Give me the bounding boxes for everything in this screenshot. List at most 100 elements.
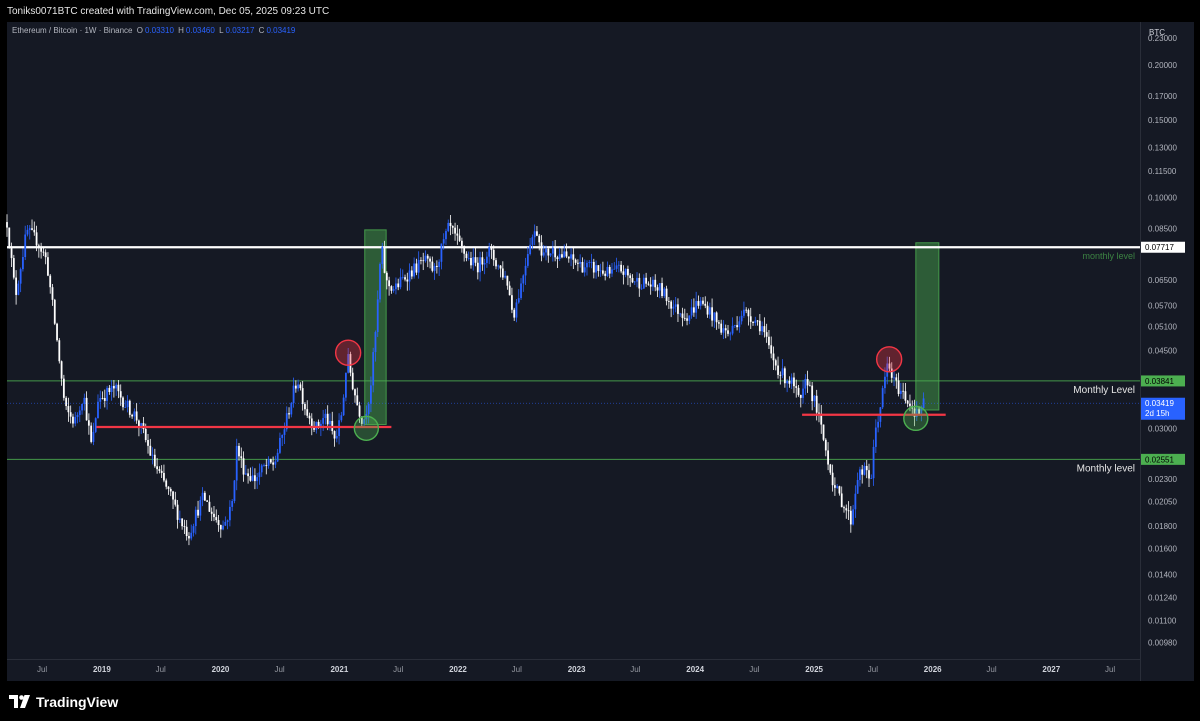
candle-body: [233, 480, 236, 501]
candle: [224, 516, 227, 526]
candle: [859, 466, 861, 487]
candle-body: [65, 397, 68, 407]
candle-body: [747, 310, 750, 317]
candle-body: [667, 301, 670, 302]
candle: [492, 245, 495, 266]
candle-body: [354, 389, 356, 396]
candle: [747, 308, 750, 326]
candle-body: [215, 517, 218, 521]
candle-body: [779, 374, 782, 376]
candle: [233, 480, 236, 504]
candle: [745, 307, 748, 314]
candle: [481, 251, 484, 271]
candle: [304, 402, 306, 416]
candle: [840, 486, 843, 508]
candle: [324, 409, 327, 425]
tradingview-logo[interactable]: TradingView: [9, 693, 118, 711]
candle: [124, 400, 127, 408]
candle-body: [251, 475, 254, 481]
candle-body: [520, 283, 522, 299]
candle-body: [765, 332, 768, 337]
y-tick-label: 0.01400: [1148, 570, 1177, 579]
candle: [818, 403, 820, 423]
candle: [718, 319, 720, 329]
candle-body: [445, 231, 447, 240]
high-value: 0.03460: [185, 26, 215, 35]
candle: [872, 439, 875, 486]
chart-canvas[interactable]: monthly levelMonthly LevelMonthly level …: [0, 0, 1200, 681]
candle-body: [326, 413, 329, 425]
candle: [656, 284, 659, 298]
candle: [620, 261, 623, 274]
candle: [190, 524, 193, 541]
candle: [686, 313, 688, 326]
candle: [476, 257, 479, 280]
resistance-price-badge-text: 0.07717: [1145, 243, 1174, 252]
candle: [554, 240, 557, 262]
x-tick-label: 2026: [924, 665, 942, 674]
candle: [638, 273, 641, 297]
candle: [72, 413, 74, 428]
candle-body: [440, 243, 443, 262]
candle-body: [322, 418, 325, 424]
candle: [33, 221, 36, 236]
candle: [501, 261, 504, 280]
candle: [463, 245, 466, 262]
candle: [722, 320, 725, 340]
candle-body: [281, 434, 284, 438]
candle-body: [663, 288, 666, 297]
y-tick-label: 0.01600: [1148, 545, 1177, 554]
candle: [661, 277, 663, 299]
candle-body: [645, 277, 648, 284]
x-tick-label: 2021: [330, 665, 348, 674]
candle-body: [472, 257, 475, 266]
candle: [822, 424, 825, 442]
candle-body: [153, 454, 156, 467]
candle: [172, 490, 174, 510]
candle: [440, 243, 443, 270]
candle-body: [176, 504, 179, 520]
candle-body: [467, 258, 470, 259]
candle: [69, 405, 72, 424]
candle: [777, 356, 779, 379]
candle-body: [840, 493, 843, 508]
candle-body: [163, 472, 165, 481]
candle-body: [315, 421, 318, 430]
candle: [458, 228, 461, 242]
candle: [53, 298, 56, 326]
candle: [588, 259, 591, 268]
candle: [702, 297, 704, 306]
candle: [294, 380, 297, 393]
candle: [274, 455, 277, 469]
candle-body: [720, 323, 723, 333]
candle: [586, 260, 588, 276]
candle: [210, 507, 213, 522]
candle-body: [338, 420, 340, 437]
candle-body: [10, 248, 13, 259]
candle: [804, 374, 807, 395]
candle-body: [656, 287, 659, 291]
candle-body: [24, 234, 27, 258]
resistance-price-badge: 0.07717: [1141, 241, 1185, 253]
y-tick-label: 0.02300: [1148, 475, 1177, 484]
low-value: 0.03217: [225, 26, 255, 35]
candle-body: [497, 265, 500, 267]
candle: [624, 268, 627, 278]
candle-body: [438, 261, 441, 267]
candle: [690, 299, 693, 319]
candle-body: [49, 275, 52, 288]
candle-body: [813, 395, 816, 402]
candle-body: [492, 249, 495, 261]
candle: [169, 487, 172, 497]
candle-body: [699, 300, 702, 306]
candle-body: [592, 261, 595, 273]
candle: [868, 463, 870, 487]
candle-body: [376, 299, 379, 333]
candle-body: [147, 440, 149, 446]
candle: [783, 366, 786, 388]
candle: [838, 485, 841, 496]
candle: [533, 224, 536, 246]
candle: [622, 265, 625, 285]
candle-body: [431, 261, 434, 271]
candle: [178, 510, 181, 523]
